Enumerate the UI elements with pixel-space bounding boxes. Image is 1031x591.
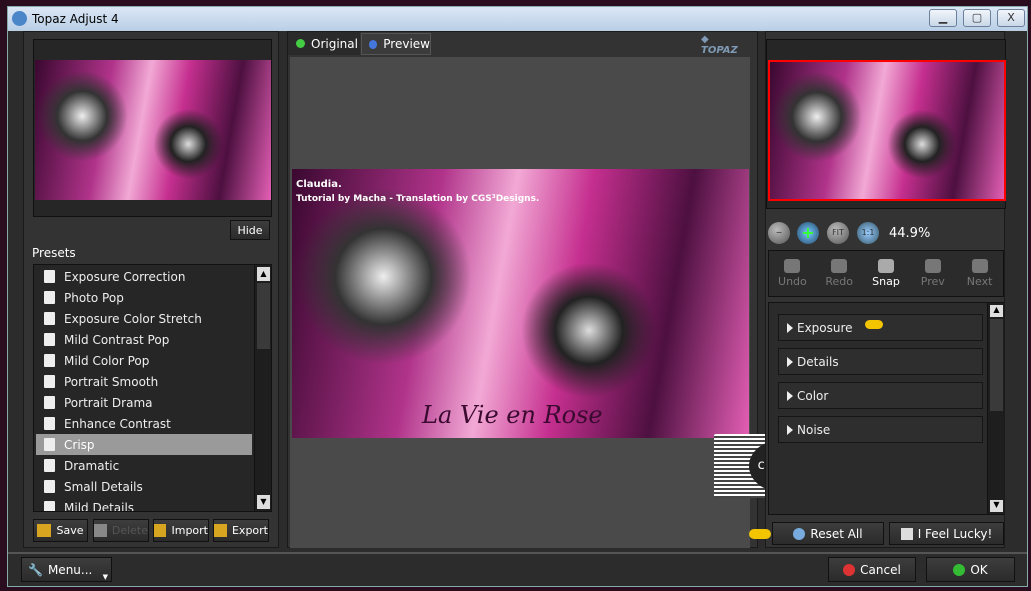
scroll-thumb[interactable]: [990, 319, 1003, 411]
box-export-icon: [214, 524, 227, 537]
next-button[interactable]: Next: [956, 259, 1003, 288]
blue-dot-icon: [369, 39, 378, 49]
dice-icon: [900, 527, 913, 540]
preset-item[interactable]: Enhance Contrast: [36, 413, 252, 434]
hide-button[interactable]: Hide: [230, 220, 270, 240]
save-button[interactable]: Save: [33, 519, 88, 542]
image-caption-2: Tutorial by Macha - Translation by CGS³D…: [296, 194, 540, 204]
presets-label: Presets: [32, 246, 76, 260]
divider: [8, 552, 1027, 554]
preset-item[interactable]: Portrait Smooth: [36, 371, 252, 392]
scroll-down-icon[interactable]: ▼: [990, 500, 1003, 512]
preset-item[interactable]: Photo Pop: [36, 287, 252, 308]
preset-item[interactable]: Dramatic: [36, 455, 252, 476]
history-toolbar: Undo Redo Snap Prev Next: [768, 250, 1004, 297]
window-title: Topaz Adjust 4: [32, 12, 119, 26]
menu-button[interactable]: 🔧 Menu... ▼: [21, 557, 112, 582]
check-icon: [953, 563, 966, 576]
document-icon: [44, 396, 55, 409]
document-icon: [44, 480, 55, 493]
close-button[interactable]: X: [997, 9, 1025, 27]
redo-button[interactable]: Redo: [816, 259, 863, 288]
chevron-down-icon: ▼: [102, 573, 108, 581]
zoom-fit-button[interactable]: FIT: [827, 222, 849, 244]
zoom-in-button[interactable]: +: [797, 222, 819, 244]
app-window: Topaz Adjust 4 ▁ ▢ X Hide Presets Exposu…: [7, 6, 1028, 587]
preset-item[interactable]: Exposure Color Stretch: [36, 308, 252, 329]
navigator-frame: [766, 39, 1006, 209]
document-icon: [44, 459, 55, 472]
preset-item[interactable]: Portrait Drama: [36, 392, 252, 413]
scroll-up-icon[interactable]: ▲: [257, 267, 270, 281]
preset-item[interactable]: Crisp: [36, 434, 252, 455]
export-button[interactable]: Export: [213, 519, 269, 542]
adjustments-panel: Exposure Details Color Noise ▲ ▼: [768, 302, 1004, 515]
zoom-level: 44.9%: [889, 226, 931, 241]
topaz-logo: ◆ TOPAZ: [701, 34, 738, 56]
undo-button[interactable]: Undo: [769, 259, 816, 288]
box-delete-icon: [94, 524, 107, 537]
adjustments-scrollbar[interactable]: ▲ ▼: [987, 303, 1004, 514]
preset-item[interactable]: Mild Color Pop: [36, 350, 252, 371]
scroll-thumb[interactable]: [257, 283, 270, 349]
preview-image: Claudia. Tutorial by Macha - Translation…: [292, 169, 749, 438]
scroll-up-icon[interactable]: ▲: [990, 305, 1003, 317]
snap-button[interactable]: Snap: [863, 259, 910, 288]
minimize-button[interactable]: ▁: [929, 9, 957, 27]
import-button[interactable]: Import: [153, 519, 209, 542]
app-icon: [12, 11, 27, 26]
section-noise[interactable]: Noise: [778, 416, 983, 443]
document-icon: [44, 417, 55, 430]
cancel-button[interactable]: Cancel: [828, 557, 916, 582]
thumbnail-frame: [33, 39, 272, 217]
presets-scrollbar[interactable]: ▲ ▼: [254, 265, 271, 511]
prev-button[interactable]: Prev: [909, 259, 956, 288]
document-icon: [44, 333, 55, 346]
preset-item[interactable]: Small Details: [36, 476, 252, 497]
pointing-hand-icon: [865, 320, 883, 329]
section-details[interactable]: Details: [778, 348, 983, 375]
document-icon: [44, 375, 55, 388]
preset-item[interactable]: Exposure Correction: [36, 266, 252, 287]
box-import-icon: [154, 524, 167, 537]
section-color[interactable]: Color: [778, 382, 983, 409]
feel-lucky-button[interactable]: I Feel Lucky!: [889, 522, 1004, 545]
navigator-image[interactable]: [768, 60, 1006, 201]
presets-list: Exposure Correction Photo Pop Exposure Col…: [33, 264, 272, 512]
zoom-out-button[interactable]: −: [768, 222, 790, 244]
pointing-hand-icon: [749, 529, 771, 539]
document-icon: [44, 270, 55, 283]
document-icon: [44, 501, 55, 511]
image-caption-1: Claudia.: [296, 179, 342, 190]
right-panel: − + FIT 1:1 44.9% Undo Redo Snap Prev Ne…: [765, 31, 1006, 548]
preview-canvas[interactable]: Claudia. Tutorial by Macha - Translation…: [290, 57, 750, 548]
green-dot-icon: [296, 39, 305, 48]
document-icon: [44, 354, 55, 367]
box-add-icon: [37, 524, 52, 537]
wrench-icon: 🔧: [28, 562, 43, 577]
tab-preview[interactable]: Preview: [361, 33, 431, 55]
document-icon: [44, 438, 55, 451]
preset-item[interactable]: Mild Details: [36, 497, 252, 511]
tab-original[interactable]: Original: [288, 32, 360, 55]
document-icon: [44, 312, 55, 325]
document-icon: [44, 291, 55, 304]
reset-all-button[interactable]: Reset All: [772, 522, 884, 545]
reset-icon: [793, 527, 806, 540]
thumbnail-image: [35, 60, 271, 200]
ok-button[interactable]: OK: [926, 557, 1015, 582]
preset-item[interactable]: Mild Contrast Pop: [36, 329, 252, 350]
image-title: La Vie en Rose: [422, 401, 603, 429]
maximize-button[interactable]: ▢: [963, 9, 991, 27]
center-panel: Original Preview ◆ TOPAZ Claudia. Tutori…: [287, 31, 758, 548]
left-panel: Hide Presets Exposure Correction Photo Po…: [23, 31, 279, 548]
delete-button[interactable]: Delete: [93, 519, 149, 542]
zoom-1to1-button[interactable]: 1:1: [857, 222, 879, 244]
scroll-down-icon[interactable]: ▼: [257, 495, 270, 509]
title-bar: Topaz Adjust 4 ▁ ▢ X: [8, 7, 1027, 31]
cancel-icon: [843, 563, 856, 576]
